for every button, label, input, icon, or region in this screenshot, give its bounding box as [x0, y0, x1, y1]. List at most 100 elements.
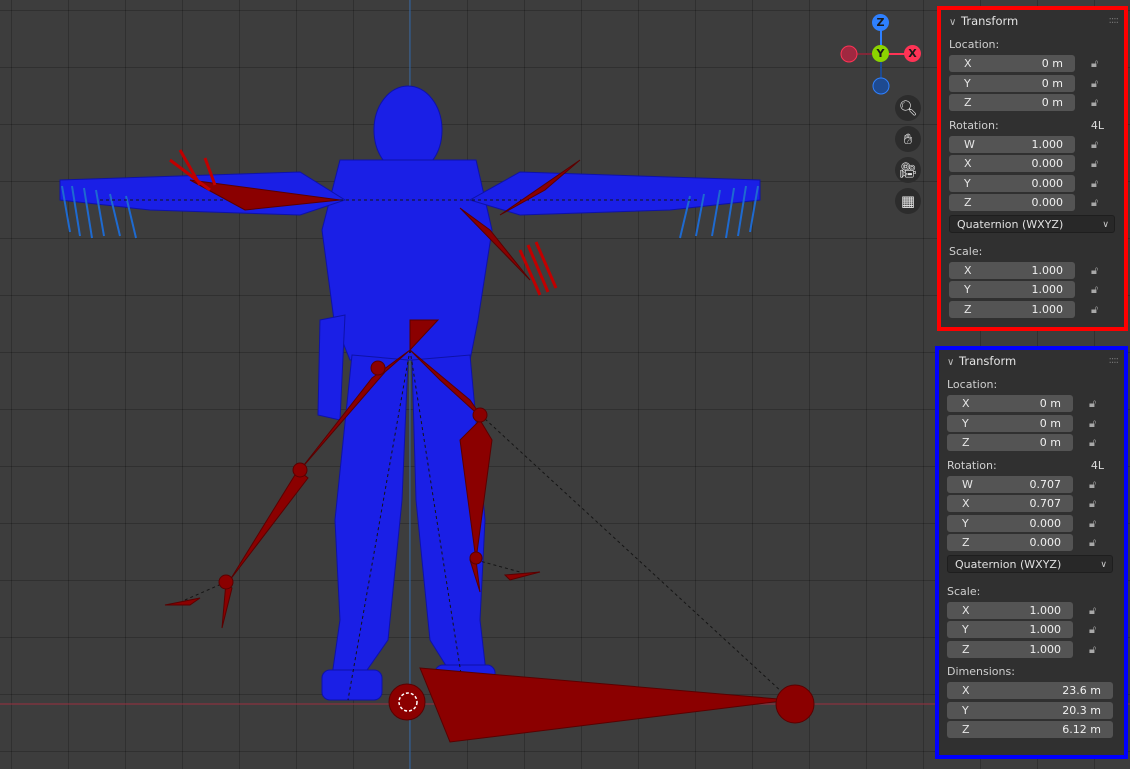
field-value: 1.000	[1031, 283, 1064, 296]
chevron-down-icon: ∨	[1100, 559, 1107, 570]
lock-icon[interactable]: 🔓︎	[1091, 194, 1098, 211]
dimensions-z-field[interactable]: Z 6.12 m	[947, 721, 1113, 738]
lock-icon[interactable]: 🔓︎	[1089, 515, 1096, 532]
grid-icon[interactable]: ▦	[895, 188, 921, 214]
axis-label: Y	[964, 176, 971, 190]
lock-icon[interactable]: 🔓︎	[1089, 476, 1096, 493]
lock-icon[interactable]: 🔓︎	[1091, 281, 1098, 298]
gizmo-x-label: X	[908, 47, 917, 60]
lock-icon[interactable]: 🔓︎	[1089, 602, 1096, 619]
lock-icon[interactable]: 🔓︎	[1089, 621, 1096, 638]
location-z-field[interactable]: Z 0 m	[949, 94, 1075, 111]
scale-label: Scale:	[947, 584, 981, 598]
dropdown-value: Quaternion (WXYZ)	[957, 217, 1064, 231]
location-z-field[interactable]: Z 0 m	[947, 434, 1073, 451]
field-value: 0 m	[1039, 416, 1061, 430]
scale-x-field[interactable]: X 1.000	[947, 601, 1073, 619]
location-y-field[interactable]: Y 0 m	[949, 74, 1075, 92]
lock-icon[interactable]: 🔓︎	[1089, 534, 1096, 551]
location-x-field[interactable]: X 0 m	[947, 395, 1073, 412]
lock-icon[interactable]: 🔓︎	[1089, 395, 1096, 412]
drag-grip-icon[interactable]: ::::	[1109, 10, 1120, 32]
axis-label: Z	[962, 536, 970, 549]
field-value: 0 m	[1041, 76, 1063, 90]
field-value: 0.707	[1029, 477, 1062, 491]
rotation-x-field[interactable]: X 0.000	[949, 155, 1075, 172]
zoom-icon[interactable]: 🔍︎	[895, 95, 921, 121]
gizmo-x-axis-icon[interactable]: X	[904, 45, 921, 62]
scale-x-field[interactable]: X 1.000	[949, 261, 1075, 279]
axis-label: Y	[962, 516, 969, 530]
rotation-w-field[interactable]: W 1.000	[949, 135, 1075, 153]
field-value: 0.000	[1031, 157, 1064, 170]
axis-label: Z	[964, 196, 972, 209]
axis-label: Z	[962, 642, 970, 656]
lock-icon[interactable]: 🔓︎	[1091, 301, 1098, 318]
location-x-field[interactable]: X 0 m	[949, 55, 1075, 72]
gizmo-y-axis-icon[interactable]: Y	[872, 45, 889, 62]
rotation-lock-mode[interactable]: 4L	[1091, 117, 1104, 135]
lock-icon[interactable]: 🔓︎	[1089, 495, 1096, 512]
dimensions-x-field[interactable]: X 23.6 m	[947, 682, 1113, 699]
axis-label: Z	[964, 302, 972, 316]
chevron-down-icon[interactable]: ∨	[947, 352, 959, 374]
rotation-y-field[interactable]: Y 0.000	[947, 514, 1073, 532]
lock-icon[interactable]: 🔓︎	[1089, 415, 1096, 432]
panel-header[interactable]: ∨ Transform ::::	[939, 350, 1124, 372]
rotation-x-field[interactable]: X 0.707	[947, 495, 1073, 512]
dimensions-label: Dimensions:	[947, 665, 1015, 678]
lock-icon[interactable]: 🔓︎	[1089, 434, 1096, 451]
scale-z-field[interactable]: Z 1.000	[949, 300, 1075, 318]
transform-panel-top: ∨ Transform :::: Location: X0 m 🔓︎ Y0 m 🔓︎ …	[937, 6, 1128, 331]
scale-y-field[interactable]: Y 1.000	[949, 281, 1075, 298]
field-value: 0.000	[1031, 196, 1064, 209]
lock-icon[interactable]: 🔓︎	[1091, 155, 1098, 172]
lock-icon[interactable]: 🔓︎	[1089, 641, 1096, 658]
axis-label: X	[964, 263, 972, 277]
field-value: 0 m	[1041, 96, 1063, 109]
axis-label: Z	[962, 436, 970, 449]
axis-label: Y	[964, 283, 971, 296]
rotation-z-field[interactable]: Z 0.000	[947, 534, 1073, 551]
chevron-down-icon[interactable]: ∨	[949, 12, 961, 34]
scale-label: Scale:	[949, 244, 983, 258]
location-y-field[interactable]: Y 0 m	[947, 414, 1073, 432]
lock-icon[interactable]: 🔓︎	[1091, 262, 1098, 279]
gizmo-z-axis-icon[interactable]: Z	[872, 14, 889, 31]
axis-label: X	[962, 684, 970, 697]
field-value: 0.000	[1029, 536, 1062, 549]
panel-header[interactable]: ∨ Transform ::::	[941, 10, 1124, 32]
rotation-label: Rotation:	[949, 118, 999, 132]
field-value: 23.6 m	[1062, 684, 1101, 697]
lock-icon[interactable]: 🔓︎	[1091, 175, 1098, 192]
scale-z-field[interactable]: Z 1.000	[947, 640, 1073, 658]
rotation-label-row: Rotation: 4L	[941, 117, 1124, 135]
panel-title: Transform	[961, 14, 1019, 28]
axis-label: Z	[962, 723, 970, 736]
rotation-lock-mode[interactable]: 4L	[1091, 457, 1104, 475]
lock-icon[interactable]: 🔓︎	[1091, 75, 1098, 92]
dimensions-y-field[interactable]: Y 20.3 m	[947, 701, 1113, 719]
rotation-mode-dropdown[interactable]: Quaternion (WXYZ) ∨	[949, 214, 1115, 233]
field-value: 0.000	[1029, 516, 1062, 530]
rotation-w-field[interactable]: W 0.707	[947, 475, 1073, 493]
rotation-y-field[interactable]: Y 0.000	[949, 174, 1075, 192]
hand-pan-icon[interactable]: ✋︎	[895, 126, 921, 152]
axis-label: X	[962, 497, 970, 510]
axis-label: W	[964, 137, 975, 151]
lock-icon[interactable]: 🔓︎	[1091, 136, 1098, 153]
rotation-mode-dropdown[interactable]: Quaternion (WXYZ) ∨	[947, 554, 1113, 573]
field-value: 0 m	[1039, 436, 1061, 449]
lock-icon[interactable]: 🔓︎	[1091, 55, 1098, 72]
transform-panel-bottom: ∨ Transform :::: Location: X0 m 🔓︎ Y0 m 🔓︎ …	[935, 346, 1128, 759]
location-label: Location:	[947, 378, 998, 391]
lock-icon[interactable]: 🔓︎	[1091, 94, 1098, 111]
scale-y-field[interactable]: Y 1.000	[947, 621, 1073, 638]
camera-icon[interactable]: 🎥︎	[895, 157, 921, 183]
drag-grip-icon[interactable]: ::::	[1109, 350, 1120, 372]
chevron-down-icon: ∨	[1102, 219, 1109, 230]
field-value: 1.000	[1029, 603, 1062, 617]
gizmo-z-label: Z	[876, 16, 885, 29]
rotation-z-field[interactable]: Z 0.000	[949, 194, 1075, 211]
panel-title: Transform	[959, 354, 1017, 368]
